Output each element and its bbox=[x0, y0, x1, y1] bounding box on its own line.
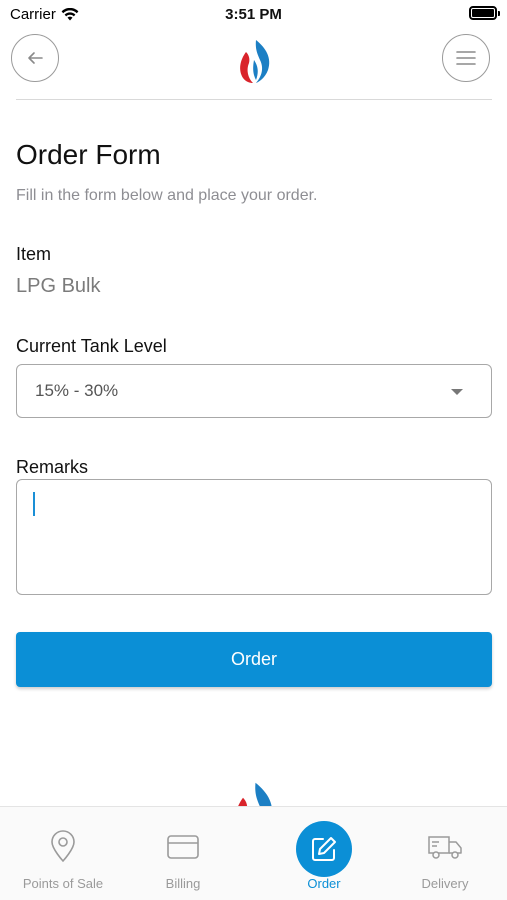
status-time: 3:51 PM bbox=[225, 6, 282, 23]
map-pin-icon bbox=[51, 830, 75, 863]
app-header bbox=[0, 34, 507, 86]
flame-logo bbox=[240, 40, 270, 83]
tab-label: Order bbox=[307, 876, 341, 891]
back-button[interactable] bbox=[11, 34, 59, 82]
tank-level-select[interactable]: 15% - 30% bbox=[16, 364, 492, 418]
status-bar: Carrier 3:51 PM bbox=[0, 0, 507, 30]
tank-level-label: Current Tank Level bbox=[16, 336, 167, 356]
active-tab-indicator bbox=[296, 821, 352, 877]
edit-icon bbox=[312, 837, 336, 861]
credit-card-icon bbox=[167, 835, 199, 859]
bottom-tab-bar: Points of Sale Billing Order Delivery bbox=[0, 806, 507, 900]
tab-billing[interactable]: Billing bbox=[120, 807, 246, 900]
tab-label: Points of Sale bbox=[22, 876, 104, 891]
order-button-label: Order bbox=[230, 649, 277, 669]
menu-button[interactable] bbox=[442, 34, 490, 82]
remarks-input[interactable] bbox=[16, 479, 492, 595]
remarks-label: Remarks bbox=[16, 457, 89, 477]
text-cursor bbox=[33, 492, 35, 516]
item-value: LPG Bulk bbox=[16, 275, 101, 297]
order-button[interactable]: Order bbox=[16, 632, 492, 687]
item-label: Item bbox=[16, 244, 52, 264]
arrow-left-icon bbox=[28, 52, 43, 64]
tab-label: Billing bbox=[165, 876, 201, 891]
page-title: Order Form bbox=[16, 139, 161, 170]
truck-icon bbox=[428, 836, 462, 859]
tab-points-of-sale[interactable]: Points of Sale bbox=[0, 807, 126, 900]
tab-label: Delivery bbox=[421, 876, 469, 891]
header-divider bbox=[16, 99, 492, 100]
tab-order[interactable]: Order bbox=[261, 807, 387, 900]
hamburger-menu-icon bbox=[456, 51, 476, 65]
page-subtitle: Fill in the form below and place your or… bbox=[16, 187, 318, 204]
tank-level-value: 15% - 30% bbox=[35, 381, 119, 400]
chevron-down-icon bbox=[451, 389, 463, 395]
battery-icon bbox=[469, 6, 500, 20]
tab-delivery[interactable]: Delivery bbox=[382, 807, 507, 900]
